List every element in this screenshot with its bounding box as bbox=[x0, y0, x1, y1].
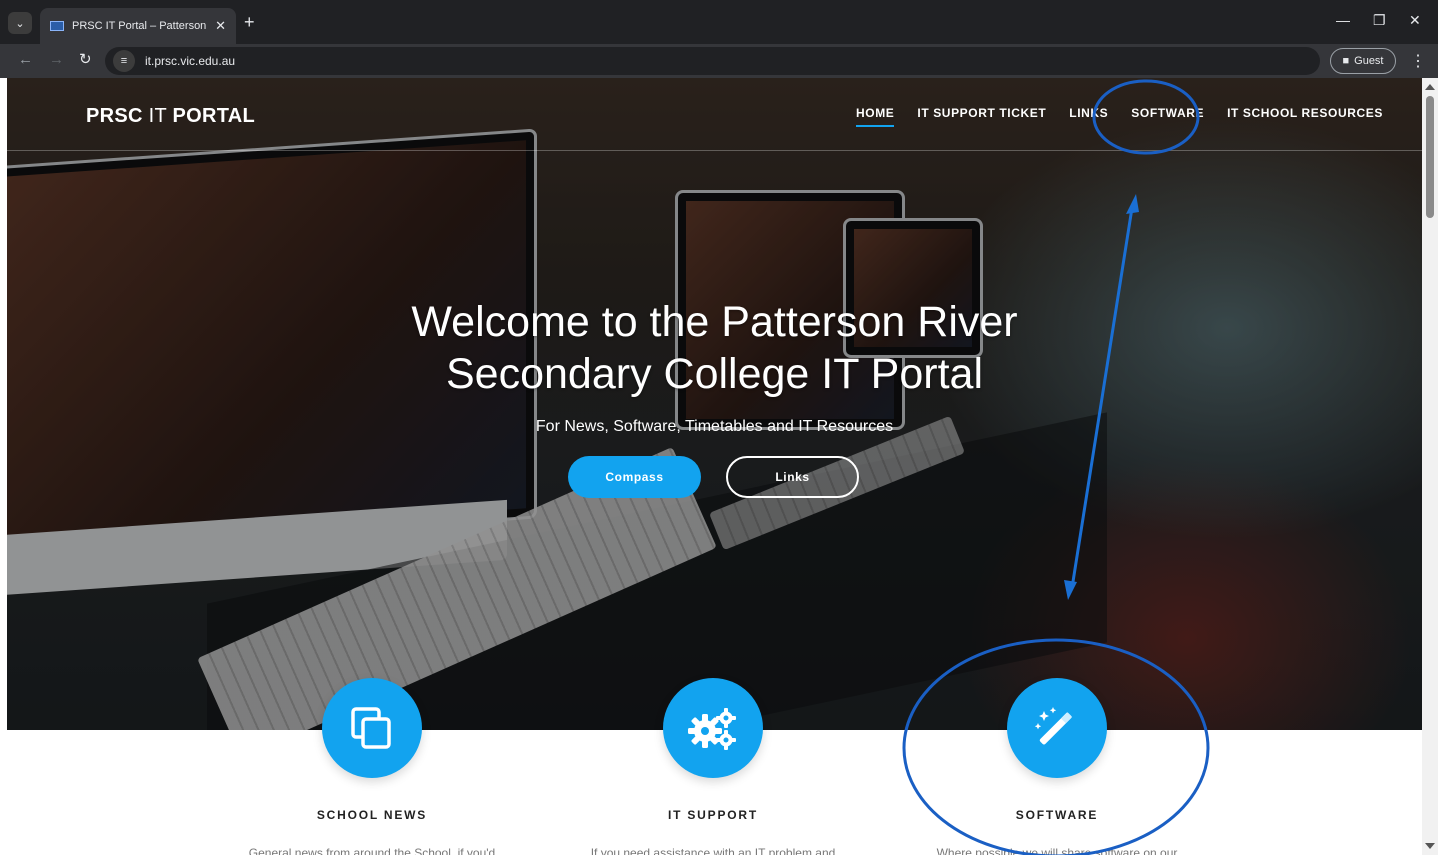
reload-icon[interactable]: ↻ bbox=[79, 52, 92, 68]
hero-title-line-1: Welcome to the Patterson River bbox=[411, 298, 1018, 346]
copy-icon[interactable] bbox=[322, 678, 422, 778]
window-close-icon[interactable]: ✕ bbox=[1409, 12, 1421, 29]
feature-school-news: SCHOOL NEWS General news from around the… bbox=[202, 678, 542, 855]
profile-label: Guest bbox=[1354, 55, 1384, 67]
browser-tab[interactable]: PRSC IT Portal – Patterson River ✕ bbox=[40, 8, 236, 44]
hero-title-line-2: Secondary College IT Portal bbox=[446, 350, 983, 398]
tab-list-icon[interactable]: ⌄ bbox=[8, 12, 32, 34]
page-scrollbar[interactable] bbox=[1422, 78, 1438, 855]
brand-part-3: PORTAL bbox=[172, 105, 256, 127]
hero-title: Welcome to the Patterson River Secondary… bbox=[7, 296, 1422, 400]
feature-title: SOFTWARE bbox=[1015, 808, 1099, 822]
main-nav: HOME IT SUPPORT TICKET LINKS SOFTWARE IT… bbox=[856, 106, 1406, 127]
menu-icon[interactable]: ⋮ bbox=[1410, 51, 1426, 71]
browser-toolbar: ← → ↻ ≡ it.prsc.vic.edu.au ■ Guest ⋮ bbox=[0, 44, 1438, 78]
scroll-down-icon[interactable] bbox=[1425, 843, 1435, 849]
feature-text: Where possible we will share software on… bbox=[936, 846, 1178, 855]
feature-it-support: IT SUPPORT If you need assistance with a… bbox=[543, 678, 883, 855]
url-text: it.prsc.vic.edu.au bbox=[145, 54, 236, 68]
feature-text: General news from around the School, if … bbox=[248, 846, 496, 855]
hero-subtitle: For News, Software, Timetables and IT Re… bbox=[535, 418, 894, 435]
nav-divider bbox=[7, 150, 1422, 151]
close-icon[interactable]: ✕ bbox=[215, 18, 226, 34]
nav-software[interactable]: SOFTWARE bbox=[1131, 106, 1204, 127]
feature-text: If you need assistance with an IT proble… bbox=[590, 846, 836, 855]
gears-icon[interactable] bbox=[663, 678, 763, 778]
nav-it-support-ticket[interactable]: IT SUPPORT TICKET bbox=[917, 106, 1046, 127]
favicon-icon bbox=[50, 21, 64, 31]
new-tab-icon[interactable]: + bbox=[244, 12, 255, 32]
address-bar[interactable]: ≡ it.prsc.vic.edu.au bbox=[105, 47, 1320, 75]
scroll-thumb[interactable] bbox=[1426, 96, 1434, 218]
brand-part-2: IT bbox=[148, 105, 167, 127]
nav-links[interactable]: LINKS bbox=[1069, 106, 1108, 127]
magic-wand-icon[interactable] bbox=[1007, 678, 1107, 778]
hero-section: PRSC IT PORTAL HOME IT SUPPORT TICKET LI… bbox=[7, 78, 1422, 730]
hero-shade bbox=[7, 78, 1422, 730]
back-icon[interactable]: ← bbox=[18, 52, 33, 68]
restore-icon[interactable]: ❐ bbox=[1373, 12, 1386, 29]
feature-title: SCHOOL NEWS bbox=[316, 808, 428, 822]
profile-icon: ■ bbox=[1342, 55, 1350, 67]
tab-title: PRSC IT Portal – Patterson River bbox=[72, 20, 209, 32]
nav-home[interactable]: HOME bbox=[856, 106, 895, 127]
compass-button[interactable]: Compass bbox=[568, 456, 701, 498]
minimize-icon[interactable]: — bbox=[1336, 12, 1350, 28]
site-info-icon[interactable]: ≡ bbox=[113, 50, 135, 72]
site-logo[interactable]: PRSC IT PORTAL bbox=[86, 105, 255, 128]
page-viewport: PRSC IT PORTAL HOME IT SUPPORT TICKET LI… bbox=[0, 78, 1422, 855]
feature-title: IT SUPPORT bbox=[667, 808, 758, 822]
browser-tab-strip: ⌄ PRSC IT Portal – Patterson River ✕ + —… bbox=[0, 0, 1438, 44]
links-button[interactable]: Links bbox=[726, 456, 859, 498]
nav-it-school-resources[interactable]: IT SCHOOL RESOURCES bbox=[1227, 106, 1383, 127]
feature-software: SOFTWARE Where possible we will share so… bbox=[887, 678, 1227, 855]
profile-button[interactable]: ■ Guest bbox=[1330, 48, 1396, 74]
forward-icon[interactable]: → bbox=[49, 52, 64, 68]
brand-part-1: PRSC bbox=[86, 105, 143, 127]
scroll-up-icon[interactable] bbox=[1425, 84, 1435, 90]
